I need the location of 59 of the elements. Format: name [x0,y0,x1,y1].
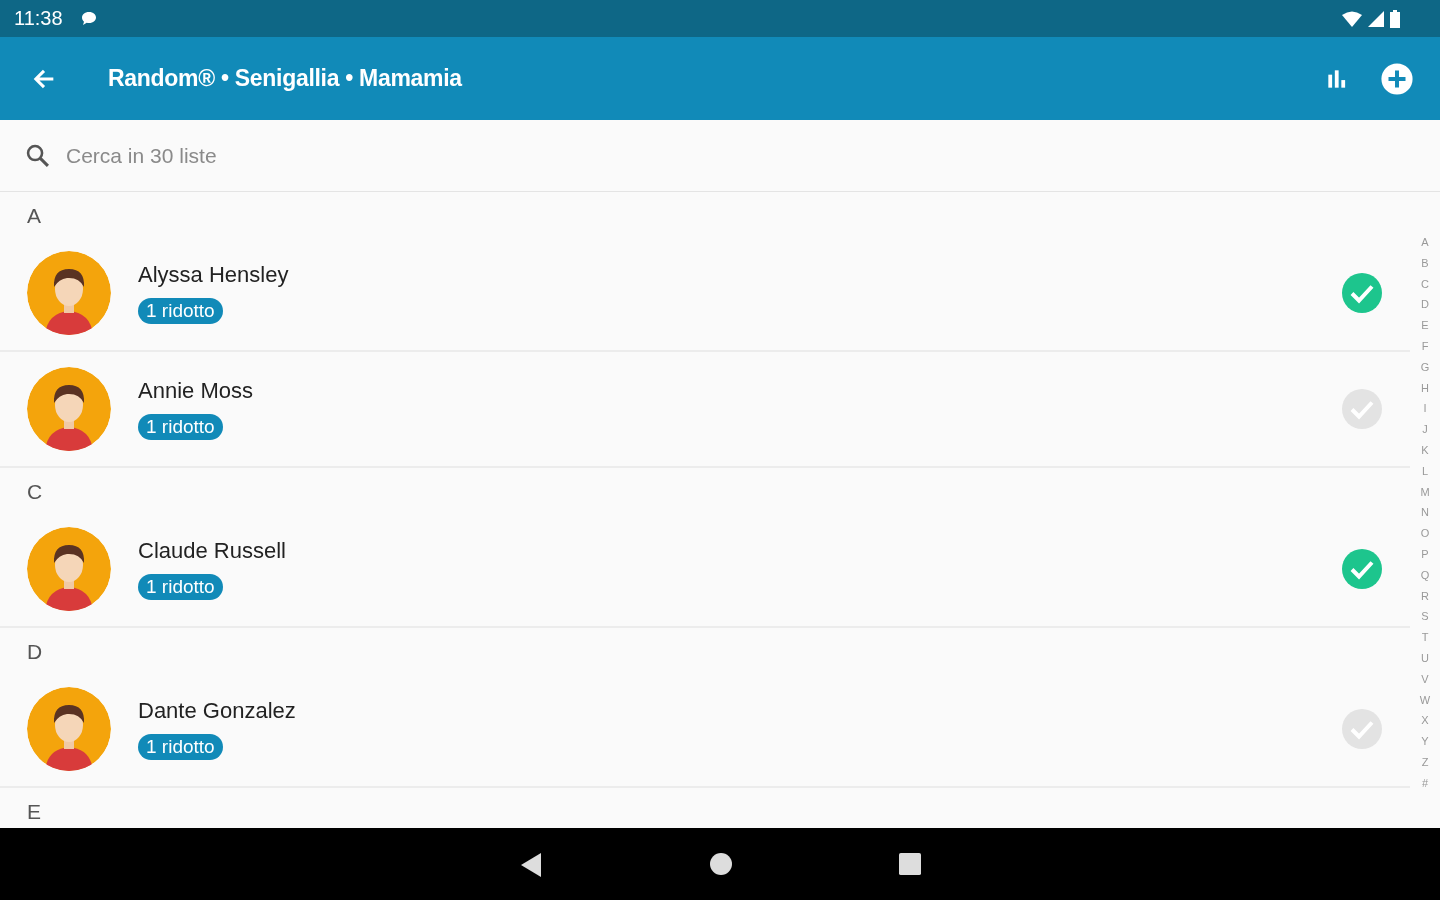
section-letter: C [27,480,43,504]
contact-row[interactable]: Alyssa Hensley 1 ridotto [0,236,1410,352]
unchecked-icon[interactable] [1342,709,1382,749]
index-letter[interactable]: E [1421,315,1429,336]
add-icon [1380,61,1414,96]
status-time: 11:38 [14,7,63,30]
wifi-icon [1342,10,1362,27]
section-letter: E [27,800,41,824]
index-letter[interactable]: J [1422,419,1428,440]
count-badge: 1 ridotto [138,734,223,760]
checked-icon[interactable] [1342,549,1382,589]
avatar-icon [27,687,111,771]
contact-row[interactable]: Annie Moss 1 ridotto [0,352,1410,468]
index-letter[interactable]: U [1421,647,1429,669]
contact-row[interactable]: Claude Russell 1 ridotto [0,512,1410,628]
search-input[interactable]: Cerca in 30 liste [64,142,1416,169]
index-letter[interactable]: # [1421,772,1429,794]
index-letter[interactable]: G [1420,356,1430,378]
index-letter[interactable]: K [1421,439,1429,461]
contact-row[interactable]: Dante Gonzalez 1 ridotto [0,672,1410,788]
unchecked-icon[interactable] [1342,389,1382,429]
contact-name: Annie Moss [138,378,253,404]
index-letter[interactable]: A [1421,232,1429,253]
index-letter[interactable]: M [1420,481,1430,503]
count-badge: 1 ridotto [138,414,223,440]
index-letter[interactable]: R [1421,585,1429,607]
battery-icon [1390,9,1400,28]
checked-icon[interactable] [1342,273,1382,313]
count-badge: 1 ridotto [138,298,223,324]
index-letter[interactable]: C [1421,273,1429,295]
index-letter[interactable]: N [1421,502,1429,524]
index-letter[interactable]: S [1421,606,1429,628]
signal-icon [1368,10,1384,27]
index-letter[interactable]: V [1421,668,1429,690]
index-letter[interactable]: B [1421,252,1429,274]
index-letter[interactable]: Z [1421,751,1429,773]
index-letter[interactable]: X [1421,710,1429,732]
contact-name: Alyssa Hensley [138,262,289,288]
index-letter[interactable]: F [1421,336,1429,357]
index-letter[interactable]: O [1420,523,1430,544]
count-badge: 1 ridotto [138,574,223,600]
avatar-icon [27,527,111,611]
section-letter: D [27,640,43,664]
index-letter[interactable]: Y [1421,731,1429,752]
section-letter: A [27,204,41,228]
home-icon[interactable] [709,852,733,876]
index-letter[interactable]: D [1421,294,1429,316]
contact-name: Claude Russell [138,538,286,564]
index-letter[interactable]: H [1421,377,1429,399]
avatar-icon [27,251,111,335]
index-letter[interactable]: L [1421,460,1429,482]
index-letter[interactable]: P [1421,543,1429,565]
index-letter[interactable]: Q [1420,564,1430,586]
avatar-icon [27,367,111,451]
index-letter[interactable]: T [1421,627,1429,648]
contact-name: Dante Gonzalez [138,698,296,724]
app-title: Random® • Senigallia • Mamamia [108,65,462,92]
index-letter[interactable]: W [1419,689,1431,711]
back-nav-icon[interactable] [519,851,543,877]
